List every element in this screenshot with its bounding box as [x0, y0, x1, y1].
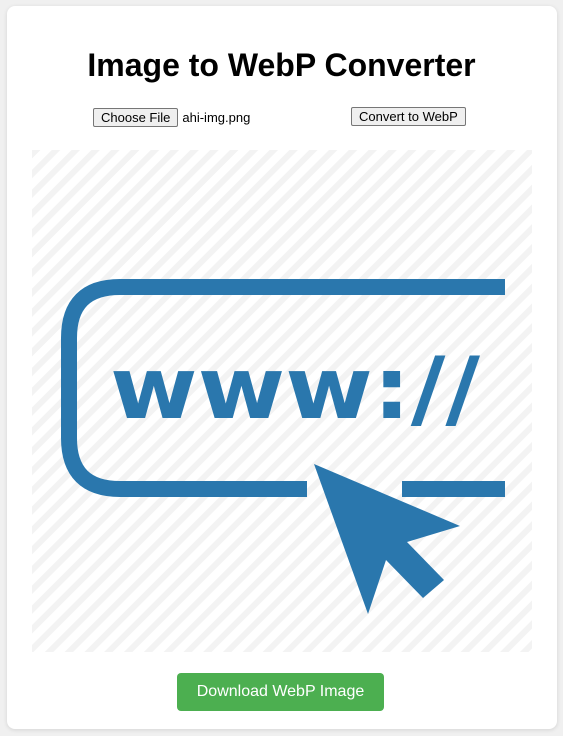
- download-webp-button[interactable]: Download WebP Image: [177, 673, 384, 711]
- choose-file-button[interactable]: Choose File: [93, 107, 179, 127]
- file-input[interactable]: Choose File ahi-img.png: [93, 107, 250, 127]
- selected-file-name: ahi-img.png: [182, 109, 251, 125]
- url-prefix-text: www://: [110, 339, 481, 439]
- page-title: Image to WebP Converter: [87, 47, 476, 83]
- image-preview: www://: [32, 150, 532, 652]
- convert-to-webp-button[interactable]: Convert to WebP: [351, 107, 466, 126]
